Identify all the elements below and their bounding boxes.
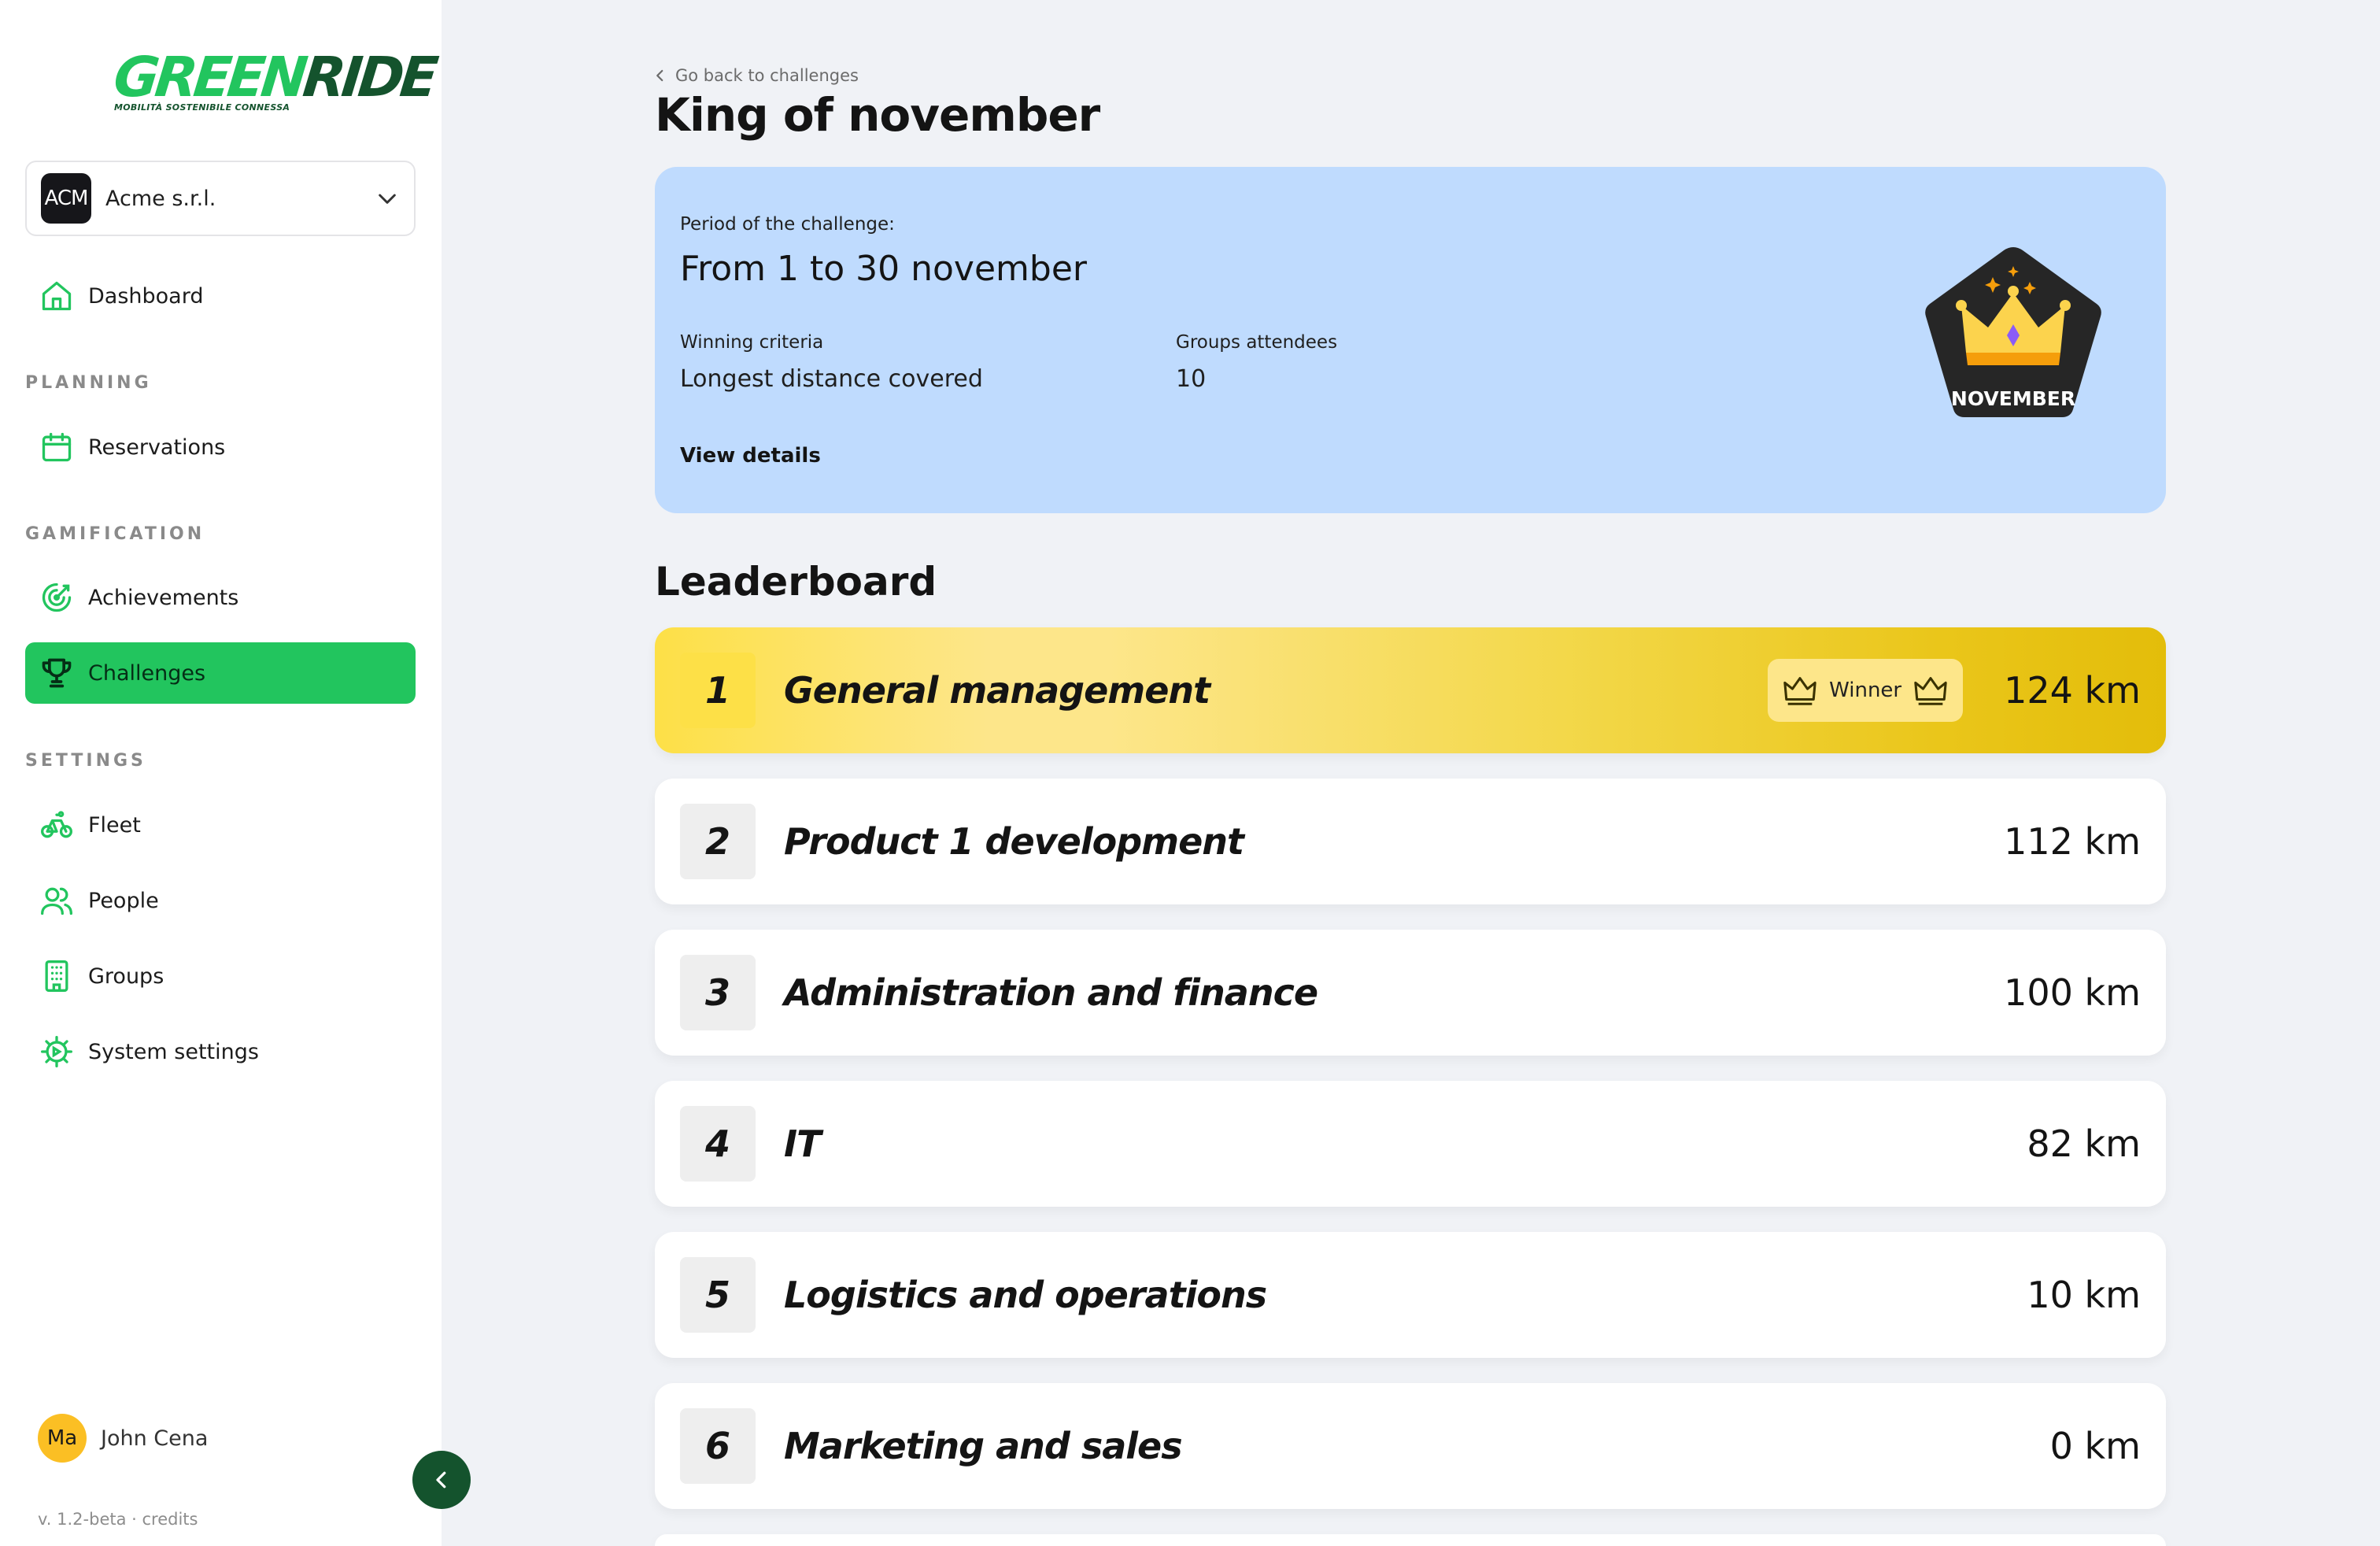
distance-value: 100 km	[2004, 971, 2141, 1014]
rank-number: 5	[680, 1257, 756, 1333]
sidebar-item-label: Fleet	[88, 812, 141, 838]
sidebar-item-fleet[interactable]: Fleet	[25, 794, 416, 856]
rank-number: 2	[680, 804, 756, 879]
sidebar-item-dashboard[interactable]: Dashboard	[25, 265, 416, 327]
sidebar-item-label: People	[88, 888, 159, 913]
sidebar-item-people[interactable]: People	[25, 870, 416, 931]
challenge-summary-card: Period of the challenge: From 1 to 30 no…	[655, 167, 2166, 513]
group-name: General management	[784, 669, 1210, 712]
trophy-icon	[38, 654, 76, 692]
section-label-planning: PLANNING	[25, 373, 152, 393]
group-name: Logistics and operations	[784, 1274, 1267, 1316]
leaderboard-row-partial	[655, 1534, 2166, 1546]
view-details-link[interactable]: View details	[680, 444, 821, 468]
distance-value: 124 km	[2004, 669, 2141, 712]
organization-select[interactable]: ACM Acme s.r.l.	[25, 161, 416, 236]
sidebar-item-groups[interactable]: Groups	[25, 945, 416, 1007]
badge-label: NOVEMBER	[1950, 387, 2076, 410]
back-link-label: Go back to challenges	[675, 66, 859, 85]
section-label-gamification: GAMIFICATION	[25, 524, 205, 544]
winner-label: Winner	[1829, 679, 1902, 702]
chevron-down-icon	[379, 194, 396, 204]
leaderboard-row: 2 Product 1 development 112 km	[655, 779, 2166, 904]
rank-number: 3	[680, 955, 756, 1030]
groups-attendees-label: Groups attendees	[1176, 332, 1338, 353]
chevron-left-icon	[436, 1471, 446, 1489]
period-value: From 1 to 30 november	[680, 249, 1087, 289]
distance-value: 82 km	[2027, 1123, 2141, 1165]
building-icon	[38, 957, 76, 995]
user-name: John Cena	[101, 1426, 209, 1451]
winning-criteria-value: Longest distance covered	[680, 365, 983, 393]
leaderboard-row: 1 General management Winner 124 km	[655, 627, 2166, 753]
groups-attendees-value: 10	[1176, 365, 1207, 393]
back-to-challenges-link[interactable]: Go back to challenges	[653, 66, 859, 85]
sidebar-item-label: System settings	[88, 1039, 259, 1064]
sidebar-item-label: Groups	[88, 963, 164, 989]
page-title: King of november	[655, 88, 1100, 142]
sidebar-item-achievements[interactable]: Achievements	[25, 567, 416, 628]
sidebar-item-challenges[interactable]: Challenges	[25, 642, 416, 704]
sidebar-item-label: Reservations	[88, 435, 226, 460]
period-label: Period of the challenge:	[680, 214, 895, 235]
chevron-left-icon	[656, 69, 663, 82]
rank-number: 1	[680, 653, 756, 728]
leaderboard-title: Leaderboard	[655, 559, 937, 605]
gear-icon	[38, 1033, 76, 1071]
winning-criteria-label: Winning criteria	[680, 332, 824, 353]
distance-value: 0 km	[2049, 1425, 2141, 1467]
version-credits[interactable]: v. 1.2-beta · credits	[38, 1510, 198, 1529]
sidebar-item-label: Challenges	[88, 660, 206, 686]
leaderboard-row: 5 Logistics and operations 10 km	[655, 1232, 2166, 1358]
logo-text-dark: RIDE	[300, 45, 438, 109]
crown-icon	[1914, 677, 1947, 705]
collapse-sidebar-button[interactable]	[412, 1451, 471, 1509]
logo-tagline: MOBILITÀ SOSTENIBILE CONNESSA	[114, 102, 290, 113]
group-name: Product 1 development	[784, 820, 1244, 863]
home-icon	[38, 277, 76, 315]
group-name: Administration and finance	[784, 971, 1318, 1014]
sidebar: GREENRIDE MOBILITÀ SOSTENIBILE CONNESSA …	[0, 0, 442, 1546]
sidebar-item-label: Dashboard	[88, 283, 204, 309]
sidebar-item-label: Achievements	[88, 585, 239, 610]
winner-badge: Winner	[1768, 659, 1964, 722]
challenge-badge: NOVEMBER	[1914, 238, 2112, 435]
sidebar-item-system-settings[interactable]: System settings	[25, 1021, 416, 1082]
leaderboard-row: 6 Marketing and sales 0 km	[655, 1383, 2166, 1509]
user-profile[interactable]: Ma John Cena	[38, 1414, 208, 1463]
people-icon	[38, 882, 76, 919]
target-icon	[38, 579, 76, 616]
greenride-logo[interactable]: GREENRIDE MOBILITÀ SOSTENIBILE CONNESSA	[110, 45, 438, 118]
section-label-settings: SETTINGS	[25, 751, 146, 771]
sidebar-item-reservations[interactable]: Reservations	[25, 416, 416, 478]
group-name: IT	[784, 1123, 822, 1165]
calendar-icon	[38, 428, 76, 466]
group-name: Marketing and sales	[784, 1425, 1183, 1467]
leaderboard-row: 4 IT 82 km	[655, 1081, 2166, 1207]
leaderboard-row: 3 Administration and finance 100 km	[655, 930, 2166, 1056]
distance-value: 112 km	[2004, 820, 2141, 863]
avatar: Ma	[38, 1414, 87, 1463]
logo-text-green: GREEN	[110, 45, 307, 109]
rank-number: 4	[680, 1106, 756, 1182]
rank-number: 6	[680, 1408, 756, 1484]
distance-value: 10 km	[2027, 1274, 2141, 1316]
crown-icon	[1783, 677, 1816, 705]
bicycle-icon	[38, 806, 76, 844]
org-avatar: ACM	[41, 173, 91, 224]
org-name: Acme s.r.l.	[105, 186, 216, 211]
